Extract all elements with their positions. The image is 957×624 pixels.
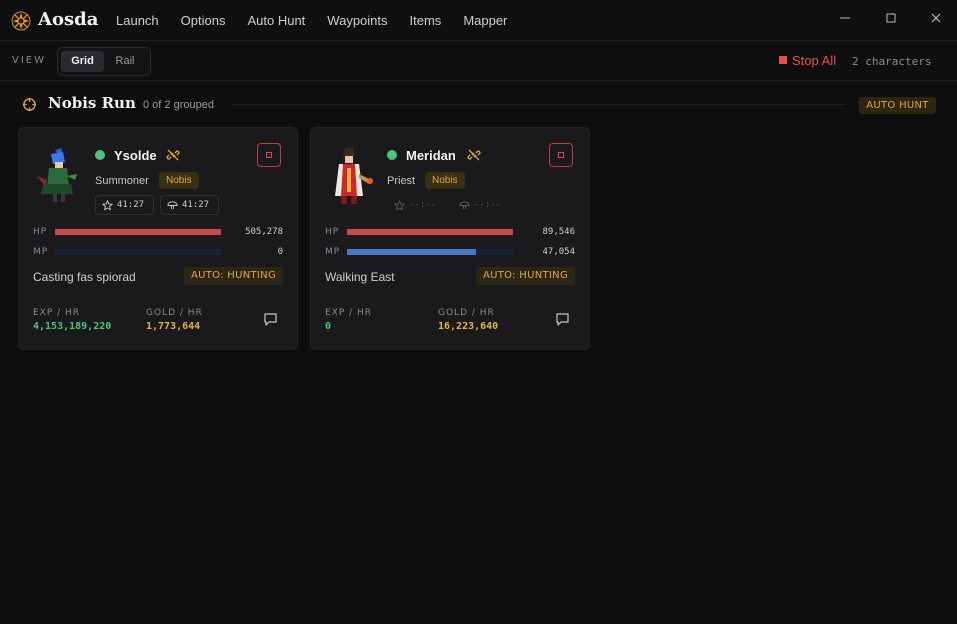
- exp-label: EXP / HR: [33, 308, 81, 318]
- stop-square-icon: [779, 56, 787, 64]
- character-name: Meridan: [406, 148, 456, 163]
- map-badge: Nobis: [425, 172, 465, 189]
- group-mode-badge: AUTO HUNT: [859, 97, 936, 114]
- app-logo-icon: [11, 11, 31, 31]
- stop-all-label: Stop All: [792, 53, 837, 68]
- hp-label: HP: [325, 227, 340, 237]
- menu-launch[interactable]: Launch: [116, 13, 159, 28]
- view-label: VIEW: [12, 55, 46, 66]
- exp-per-hour: 0: [325, 321, 332, 332]
- activity-text: Casting fas spiorad: [33, 270, 136, 284]
- exp-label: EXP / HR: [325, 308, 373, 318]
- crosshair-icon: [22, 97, 37, 112]
- main-menu: Launch Options Auto Hunt Waypoints Items…: [116, 13, 529, 28]
- menu-options[interactable]: Options: [181, 13, 226, 28]
- stop-icon: [266, 152, 272, 158]
- unlinked-icon[interactable]: [467, 148, 481, 162]
- fungus-timer: --:--: [452, 195, 511, 215]
- group-subtitle: 0 of 2 grouped: [143, 99, 214, 111]
- chat-icon[interactable]: [263, 312, 278, 327]
- menu-waypoints[interactable]: Waypoints: [327, 13, 387, 28]
- mushroom-icon: [459, 201, 470, 210]
- activity-text: Walking East: [325, 270, 395, 284]
- view-rail-button[interactable]: Rail: [108, 51, 142, 72]
- mp-value: 0: [277, 247, 283, 257]
- stop-character-button[interactable]: [549, 143, 573, 167]
- gold-label: GOLD / HR: [438, 308, 495, 318]
- minimize-icon[interactable]: [836, 10, 854, 28]
- view-toggle: Grid Rail: [57, 47, 151, 76]
- character-sprite: [37, 148, 77, 202]
- hp-bar: [347, 229, 513, 235]
- star-timer: 41:27: [95, 195, 154, 215]
- hp-bar: [55, 229, 221, 235]
- gold-per-hour: 16,223,640: [438, 321, 499, 332]
- character-name: Ysolde: [114, 148, 157, 163]
- hp-value: 505,278: [245, 227, 283, 237]
- group-divider: [232, 104, 846, 105]
- state-badge: AUTO: HUNTING: [476, 267, 575, 285]
- view-grid-button[interactable]: Grid: [61, 51, 104, 72]
- fungus-timer: 41:27: [160, 195, 219, 215]
- exp-per-hour: 4,153,189,220: [33, 321, 112, 332]
- online-status-dot: [387, 150, 397, 160]
- online-status-dot: [95, 150, 105, 160]
- star-icon: [394, 200, 405, 211]
- mushroom-icon: [167, 201, 178, 210]
- hp-value: 89,546: [542, 227, 575, 237]
- app-title: Aosda: [38, 9, 99, 30]
- gold-per-hour: 1,773,644: [146, 321, 201, 332]
- stop-character-button[interactable]: [257, 143, 281, 167]
- star-timer-value: --:--: [409, 200, 437, 210]
- mp-label: MP: [33, 247, 49, 257]
- hp-bar-fill: [55, 229, 221, 235]
- mp-bar: [347, 249, 513, 255]
- group-title: Nobis Run: [48, 94, 136, 112]
- stop-icon: [558, 152, 564, 158]
- star-icon: [102, 200, 113, 211]
- fungus-timer-value: --:--: [474, 200, 502, 210]
- unlinked-icon[interactable]: [166, 148, 180, 162]
- star-timer-value: 41:27: [117, 200, 145, 210]
- character-card[interactable]: Meridan Priest Nobis --:-- --:-- HP 89,5…: [310, 127, 590, 350]
- star-timer: --:--: [387, 195, 446, 215]
- mp-bar: [55, 249, 221, 255]
- mp-value: 47,054: [542, 247, 575, 257]
- character-count: 2 characters: [852, 55, 932, 68]
- character-sprite: [335, 148, 373, 204]
- mp-label: MP: [325, 247, 341, 257]
- mp-bar-fill: [347, 249, 477, 255]
- hp-label: HP: [33, 227, 48, 237]
- character-class: Priest: [387, 175, 416, 187]
- character-class: Summoner: [95, 175, 149, 187]
- chat-icon[interactable]: [555, 312, 570, 327]
- title-bar: Aosda Launch Options Auto Hunt Waypoints…: [0, 0, 957, 41]
- map-badge: Nobis: [159, 172, 199, 189]
- state-badge: AUTO: HUNTING: [184, 267, 283, 285]
- maximize-icon[interactable]: [882, 10, 900, 28]
- hp-bar-fill: [347, 229, 513, 235]
- close-icon[interactable]: [927, 10, 945, 28]
- gold-label: GOLD / HR: [146, 308, 203, 318]
- view-toolbar: VIEW Grid Rail Stop All 2 characters: [0, 41, 957, 81]
- menu-auto-hunt[interactable]: Auto Hunt: [247, 13, 305, 28]
- menu-mapper[interactable]: Mapper: [463, 13, 507, 28]
- fungus-timer-value: 41:27: [182, 200, 210, 210]
- menu-items[interactable]: Items: [410, 13, 442, 28]
- character-card[interactable]: Ysolde Summoner Nobis 41:27 41:27 HP 505…: [18, 127, 298, 350]
- stop-all-button[interactable]: Stop All: [779, 53, 836, 68]
